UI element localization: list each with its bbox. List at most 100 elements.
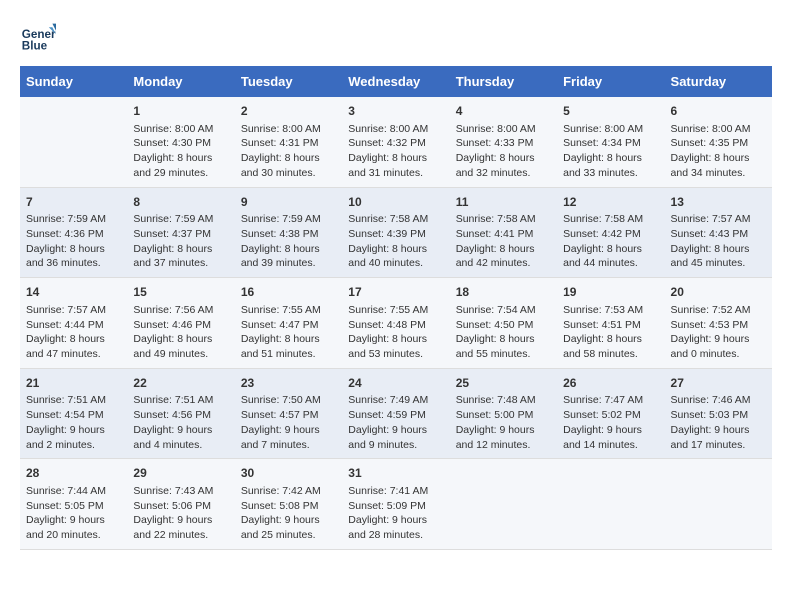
sunrise-text: Sunrise: 8:00 AM: [671, 122, 766, 137]
date-number: 12: [563, 194, 658, 211]
date-number: 1: [133, 103, 228, 120]
sunset-text: Sunset: 4:51 PM: [563, 318, 658, 333]
daylight-text: Daylight: 8 hours and 53 minutes.: [348, 332, 443, 361]
calendar-cell: 5Sunrise: 8:00 AMSunset: 4:34 PMDaylight…: [557, 97, 664, 187]
sunrise-text: Sunrise: 7:57 AM: [671, 212, 766, 227]
logo: General Blue: [20, 20, 60, 56]
sunrise-text: Sunrise: 7:53 AM: [563, 303, 658, 318]
sunrise-text: Sunrise: 7:43 AM: [133, 484, 228, 499]
sunset-text: Sunset: 4:41 PM: [456, 227, 551, 242]
calendar-header-row: SundayMondayTuesdayWednesdayThursdayFrid…: [20, 66, 772, 97]
week-row-1: 1Sunrise: 8:00 AMSunset: 4:30 PMDaylight…: [20, 97, 772, 187]
daylight-text: Daylight: 8 hours and 33 minutes.: [563, 151, 658, 180]
sunrise-text: Sunrise: 7:46 AM: [671, 393, 766, 408]
date-number: 16: [241, 284, 336, 301]
date-number: 7: [26, 194, 121, 211]
day-header-thursday: Thursday: [450, 66, 557, 97]
date-number: 29: [133, 465, 228, 482]
sunrise-text: Sunrise: 8:00 AM: [348, 122, 443, 137]
sunrise-text: Sunrise: 7:59 AM: [241, 212, 336, 227]
calendar-cell: 14Sunrise: 7:57 AMSunset: 4:44 PMDayligh…: [20, 278, 127, 369]
sunrise-text: Sunrise: 8:00 AM: [456, 122, 551, 137]
sunset-text: Sunset: 4:34 PM: [563, 136, 658, 151]
sunset-text: Sunset: 4:32 PM: [348, 136, 443, 151]
daylight-text: Daylight: 8 hours and 36 minutes.: [26, 242, 121, 271]
day-header-tuesday: Tuesday: [235, 66, 342, 97]
sunset-text: Sunset: 4:44 PM: [26, 318, 121, 333]
sunset-text: Sunset: 4:42 PM: [563, 227, 658, 242]
week-row-3: 14Sunrise: 7:57 AMSunset: 4:44 PMDayligh…: [20, 278, 772, 369]
sunset-text: Sunset: 4:57 PM: [241, 408, 336, 423]
sunset-text: Sunset: 5:05 PM: [26, 499, 121, 514]
sunset-text: Sunset: 4:35 PM: [671, 136, 766, 151]
sunrise-text: Sunrise: 8:00 AM: [563, 122, 658, 137]
calendar-cell: 4Sunrise: 8:00 AMSunset: 4:33 PMDaylight…: [450, 97, 557, 187]
sunset-text: Sunset: 4:56 PM: [133, 408, 228, 423]
date-number: 23: [241, 375, 336, 392]
daylight-text: Daylight: 8 hours and 58 minutes.: [563, 332, 658, 361]
sunrise-text: Sunrise: 7:50 AM: [241, 393, 336, 408]
date-number: 31: [348, 465, 443, 482]
calendar-cell: 3Sunrise: 8:00 AMSunset: 4:32 PMDaylight…: [342, 97, 449, 187]
daylight-text: Daylight: 8 hours and 55 minutes.: [456, 332, 551, 361]
date-number: 30: [241, 465, 336, 482]
date-number: 8: [133, 194, 228, 211]
calendar-cell: 13Sunrise: 7:57 AMSunset: 4:43 PMDayligh…: [665, 187, 772, 278]
calendar-cell: 19Sunrise: 7:53 AMSunset: 4:51 PMDayligh…: [557, 278, 664, 369]
date-number: 9: [241, 194, 336, 211]
calendar-cell: 23Sunrise: 7:50 AMSunset: 4:57 PMDayligh…: [235, 368, 342, 459]
sunset-text: Sunset: 4:50 PM: [456, 318, 551, 333]
date-number: 13: [671, 194, 766, 211]
day-header-saturday: Saturday: [665, 66, 772, 97]
date-number: 10: [348, 194, 443, 211]
sunrise-text: Sunrise: 8:00 AM: [241, 122, 336, 137]
calendar-table: SundayMondayTuesdayWednesdayThursdayFrid…: [20, 66, 772, 550]
date-number: 3: [348, 103, 443, 120]
sunrise-text: Sunrise: 7:41 AM: [348, 484, 443, 499]
sunset-text: Sunset: 4:31 PM: [241, 136, 336, 151]
calendar-cell: 15Sunrise: 7:56 AMSunset: 4:46 PMDayligh…: [127, 278, 234, 369]
week-row-5: 28Sunrise: 7:44 AMSunset: 5:05 PMDayligh…: [20, 459, 772, 550]
calendar-cell: 31Sunrise: 7:41 AMSunset: 5:09 PMDayligh…: [342, 459, 449, 550]
sunrise-text: Sunrise: 7:52 AM: [671, 303, 766, 318]
sunset-text: Sunset: 4:47 PM: [241, 318, 336, 333]
date-number: 4: [456, 103, 551, 120]
calendar-cell: 9Sunrise: 7:59 AMSunset: 4:38 PMDaylight…: [235, 187, 342, 278]
calendar-cell: 21Sunrise: 7:51 AMSunset: 4:54 PMDayligh…: [20, 368, 127, 459]
date-number: 21: [26, 375, 121, 392]
calendar-cell: 22Sunrise: 7:51 AMSunset: 4:56 PMDayligh…: [127, 368, 234, 459]
calendar-cell: 1Sunrise: 8:00 AMSunset: 4:30 PMDaylight…: [127, 97, 234, 187]
sunset-text: Sunset: 4:53 PM: [671, 318, 766, 333]
daylight-text: Daylight: 8 hours and 45 minutes.: [671, 242, 766, 271]
sunset-text: Sunset: 4:37 PM: [133, 227, 228, 242]
sunset-text: Sunset: 5:06 PM: [133, 499, 228, 514]
daylight-text: Daylight: 9 hours and 25 minutes.: [241, 513, 336, 542]
day-header-wednesday: Wednesday: [342, 66, 449, 97]
sunrise-text: Sunrise: 7:47 AM: [563, 393, 658, 408]
daylight-text: Daylight: 9 hours and 7 minutes.: [241, 423, 336, 452]
calendar-cell: 27Sunrise: 7:46 AMSunset: 5:03 PMDayligh…: [665, 368, 772, 459]
sunrise-text: Sunrise: 7:51 AM: [133, 393, 228, 408]
day-header-monday: Monday: [127, 66, 234, 97]
daylight-text: Daylight: 8 hours and 37 minutes.: [133, 242, 228, 271]
date-number: 14: [26, 284, 121, 301]
sunset-text: Sunset: 5:09 PM: [348, 499, 443, 514]
calendar-cell: 12Sunrise: 7:58 AMSunset: 4:42 PMDayligh…: [557, 187, 664, 278]
sunrise-text: Sunrise: 7:42 AM: [241, 484, 336, 499]
calendar-cell: [450, 459, 557, 550]
calendar-cell: 26Sunrise: 7:47 AMSunset: 5:02 PMDayligh…: [557, 368, 664, 459]
daylight-text: Daylight: 8 hours and 47 minutes.: [26, 332, 121, 361]
daylight-text: Daylight: 9 hours and 14 minutes.: [563, 423, 658, 452]
week-row-2: 7Sunrise: 7:59 AMSunset: 4:36 PMDaylight…: [20, 187, 772, 278]
sunset-text: Sunset: 5:08 PM: [241, 499, 336, 514]
sunset-text: Sunset: 4:39 PM: [348, 227, 443, 242]
daylight-text: Daylight: 9 hours and 22 minutes.: [133, 513, 228, 542]
calendar-cell: 25Sunrise: 7:48 AMSunset: 5:00 PMDayligh…: [450, 368, 557, 459]
sunset-text: Sunset: 4:46 PM: [133, 318, 228, 333]
sunrise-text: Sunrise: 7:49 AM: [348, 393, 443, 408]
sunrise-text: Sunrise: 7:56 AM: [133, 303, 228, 318]
date-number: 17: [348, 284, 443, 301]
calendar-cell: 2Sunrise: 8:00 AMSunset: 4:31 PMDaylight…: [235, 97, 342, 187]
date-number: 22: [133, 375, 228, 392]
svg-text:Blue: Blue: [22, 40, 48, 53]
